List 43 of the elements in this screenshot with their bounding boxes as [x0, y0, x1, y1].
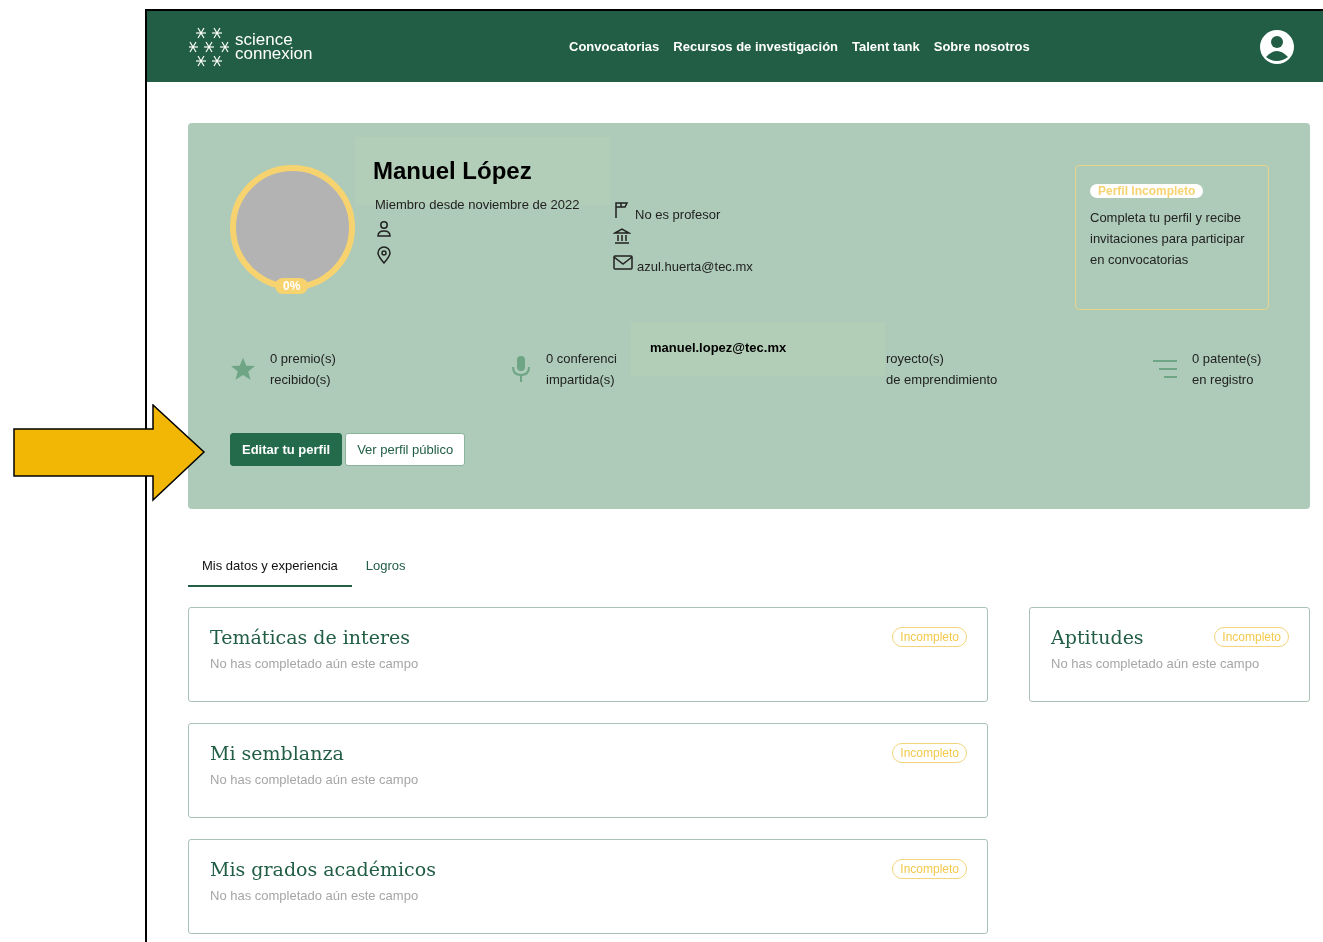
detail-text: No es profesor [635, 207, 721, 222]
tab[interactable]: Logros [351, 554, 420, 587]
nav-link[interactable]: Convocatorias [569, 39, 660, 54]
account-icon[interactable] [1259, 28, 1295, 65]
notice-text: Completa tu perfil y recibe invitaciones para participar en convocatorias [1090, 209, 1246, 269]
tab[interactable]: Mis datos y experiencia [188, 554, 352, 587]
nav-link[interactable]: Recursos de investigación [673, 39, 839, 54]
star-icon [230, 356, 256, 382]
progress-badge: 0% [275, 278, 309, 294]
stat-label: royecto(s) [886, 350, 945, 368]
section-title: Aptitudes [1051, 626, 1144, 648]
email-tooltip: manuel.lopez@tec.mx [631, 322, 885, 376]
status-badge: Perfil Incompleto [1090, 184, 1204, 198]
person-icon [375, 220, 393, 238]
edit-profile-button[interactable]: Editar tu perfil [230, 433, 343, 466]
stat-label: impartida(s) [546, 371, 616, 389]
stat-label: en registro [1192, 371, 1255, 389]
empty-hint: No has completado aún este campo [210, 772, 420, 787]
section-title: Temáticas de interes [210, 626, 410, 648]
member-since: Miembro desde noviembre de 2022 [375, 197, 581, 212]
stat-label: recibido(s) [270, 371, 332, 389]
section-title: Mi semblanza [210, 742, 344, 764]
list-icon [1152, 359, 1178, 379]
stat-label: 0 premio(s) [270, 350, 336, 368]
empty-hint: No has completado aún este campo [210, 888, 420, 903]
nav-link[interactable]: Talent tank [852, 39, 920, 54]
section-title: Mis grados académicos [210, 858, 436, 880]
stat-label: 0 patente(s) [1192, 350, 1262, 368]
flag-icon [613, 201, 631, 219]
logo-text: connexion [235, 46, 313, 61]
stat-label: 0 conferenci [546, 350, 617, 368]
empty-hint: No has completado aún este campo [1051, 656, 1261, 671]
empty-hint: No has completado aún este campo [210, 656, 420, 671]
detail-text: azul.huerta@tec.mx [637, 259, 753, 274]
mail-icon [613, 255, 633, 271]
public-profile-button[interactable]: Ver perfil público [345, 433, 466, 466]
institution-icon [613, 227, 631, 245]
stat-label: de emprendimiento [886, 371, 998, 389]
logo-text: science [235, 32, 293, 47]
location-pin-icon [375, 246, 393, 264]
profile-name: Manuel López [373, 157, 533, 185]
microphone-icon [510, 355, 532, 383]
nav-link[interactable]: Sobre nosotros [933, 39, 1030, 54]
